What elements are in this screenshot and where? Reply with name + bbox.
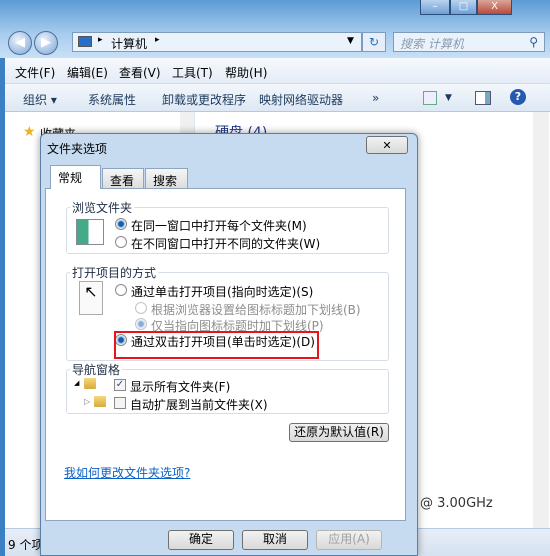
menu-view[interactable]: 查看(V) [119,64,161,81]
restore-defaults-button[interactable]: 还原为默认值(R) [289,423,389,442]
click-cursor-icon: ↖ [79,281,103,315]
explorer-titlebar: – □ X ◀ ▶ ▸ 计算机 ▸ ▼ ↻ 搜索 计算机 ⚲ [0,0,550,58]
tab-general[interactable]: 常规 [50,165,101,189]
uninstall-button[interactable]: 卸载或更改程序 [162,91,246,108]
search-icon: ⚲ [529,35,538,49]
radio-underline-point[interactable] [135,318,147,330]
radio-new-window[interactable] [115,236,127,248]
breadcrumb-separator[interactable]: ▸ [155,35,160,45]
expand-arrow-icon: ◢ [74,379,80,387]
help-link[interactable]: 我如何更改文件夹选项? [64,464,190,481]
ok-button[interactable]: 确定 [168,530,234,550]
organize-button[interactable]: 组织 ▾ [23,91,57,108]
preview-pane-icon[interactable] [475,91,491,105]
close-button[interactable]: X [477,0,512,15]
option-new-window-label[interactable]: 在不同窗口中打开不同的文件夹(W) [131,235,320,252]
radio-same-window[interactable] [115,218,127,230]
search-placeholder: 搜索 计算机 [400,37,464,51]
computer-icon [78,36,92,47]
collapse-arrow-icon: ▷ [84,397,91,406]
menu-edit[interactable]: 编辑(E) [67,64,108,81]
more-button[interactable]: » [372,91,379,105]
cancel-button[interactable]: 取消 [242,530,308,550]
address-dropdown-icon[interactable]: ▼ [347,36,354,46]
system-properties-button[interactable]: 系统属性 [88,91,136,108]
menu-tools[interactable]: 工具(T) [172,64,213,81]
cpu-info: @ 3.00GHz [420,496,493,511]
open-items-label: 打开项目的方式 [70,264,159,281]
checkbox-auto-expand[interactable] [114,397,126,409]
refresh-button[interactable]: ↻ [362,32,386,52]
tab-panel-general: 浏览文件夹 在同一窗口中打开每个文件夹(M) 在不同窗口中打开不同的文件夹(W)… [45,188,406,521]
radio-underline-browser[interactable] [135,302,147,314]
dialog-close-button[interactable]: ✕ [366,136,408,154]
breadcrumb-computer[interactable]: 计算机 [111,35,147,52]
folder-window-icon [76,219,104,245]
apply-button[interactable]: 应用(A) [316,530,382,550]
star-icon: ★ [23,124,36,140]
breadcrumb-separator: ▸ [98,35,103,45]
option-same-window-label[interactable]: 在同一窗口中打开每个文件夹(M) [131,217,307,234]
folder-icon [94,396,106,407]
view-options-icon[interactable] [423,91,437,105]
tab-search[interactable]: 搜索 [145,168,188,189]
auto-expand-label[interactable]: 自动扩展到当前文件夹(X) [130,396,268,413]
highlight-box [114,331,319,359]
minimize-button[interactable]: – [420,0,450,15]
map-drive-button[interactable]: 映射网络驱动器 [259,91,343,108]
menu-bar: 文件(F) 编辑(E) 查看(V) 工具(T) 帮助(H) [5,58,550,84]
menu-help[interactable]: 帮助(H) [225,64,267,81]
checkbox-show-all-folders[interactable]: ✓ [114,379,126,391]
option-single-click-label[interactable]: 通过单击打开项目(指向时选定)(S) [131,283,313,300]
radio-single-click[interactable] [115,284,127,296]
forward-button[interactable]: ▶ [34,31,58,55]
help-icon[interactable]: ? [510,89,526,105]
maximize-button[interactable]: □ [450,0,477,15]
command-bar: 组织 ▾ 系统属性 卸载或更改程序 映射网络驱动器 » ▼ ? [5,84,550,112]
dialog-title: 文件夹选项 [47,142,108,156]
tab-view[interactable]: 查看 [102,168,144,189]
address-bar[interactable]: ▸ 计算机 ▸ ▼ [72,32,362,52]
navigation-pane-label: 导航窗格 [70,361,123,378]
back-button[interactable]: ◀ [8,31,32,55]
content-scrollbar[interactable] [533,112,549,528]
option-underline-browser-label[interactable]: 根据浏览器设置给图标标题加下划线(B) [151,301,361,318]
browse-folders-label: 浏览文件夹 [70,199,135,216]
item-count: 9 个项 [8,538,44,552]
folder-icon [84,378,96,389]
menu-file[interactable]: 文件(F) [15,64,55,81]
search-input[interactable]: 搜索 计算机 ⚲ [393,32,545,52]
view-dropdown-icon[interactable]: ▼ [445,93,452,103]
show-all-folders-label[interactable]: 显示所有文件夹(F) [130,378,230,395]
folder-options-dialog: 文件夹选项 ✕ 常规 查看 搜索 浏览文件夹 在同一窗口中打开每个文件夹(M) … [40,133,418,556]
